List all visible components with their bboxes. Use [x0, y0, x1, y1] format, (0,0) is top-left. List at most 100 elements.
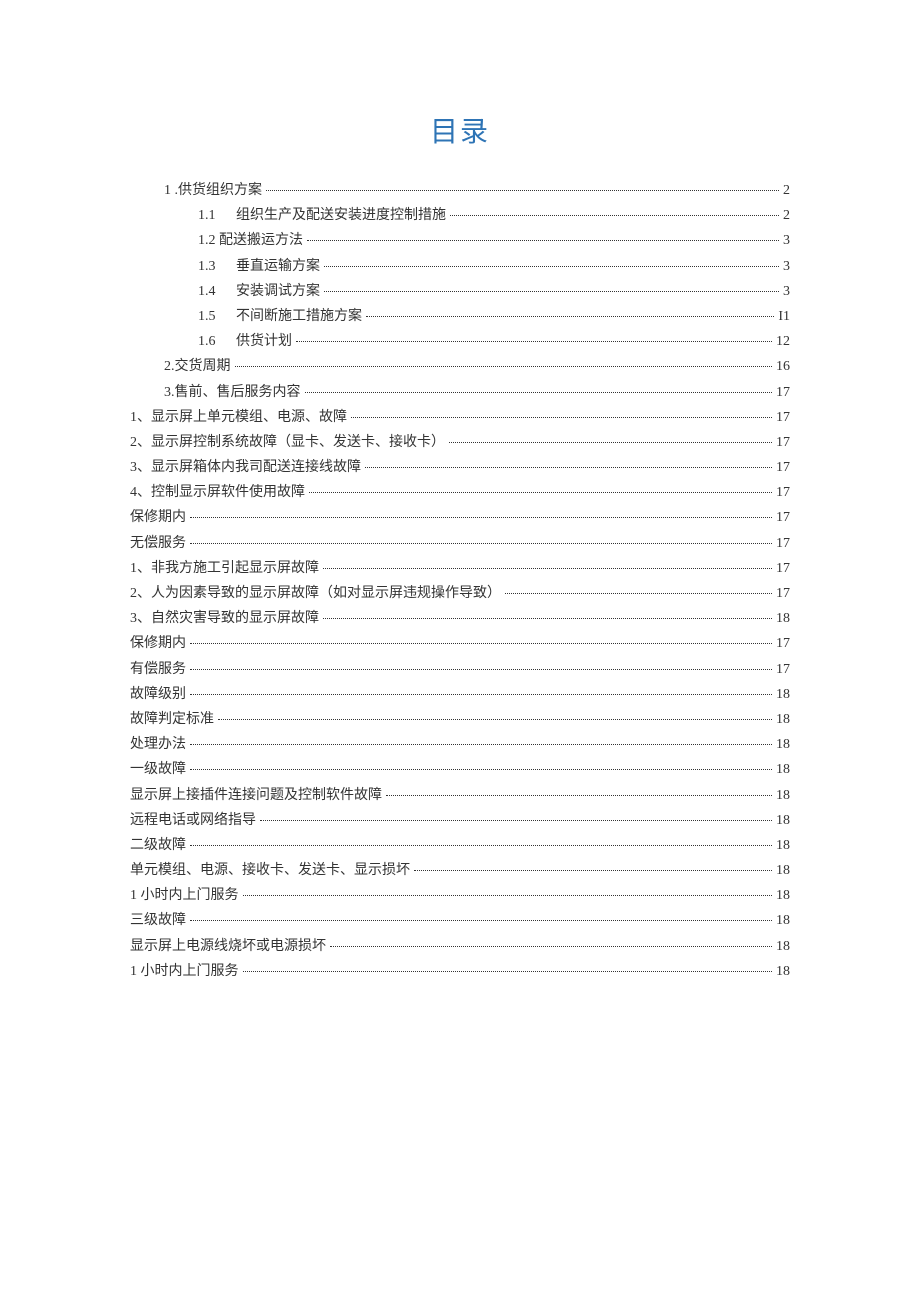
toc-entry: 1 小时内上门服务 18 — [130, 883, 790, 908]
toc-entry: 故障判定标准18 — [130, 707, 790, 732]
toc-leader — [330, 946, 772, 947]
toc-leader — [190, 845, 772, 846]
toc-entry: 1.1 组织生产及配送安装进度控制措施 2 — [130, 203, 790, 228]
toc-entry-page: 18 — [776, 783, 790, 808]
toc-entry-page: 18 — [776, 934, 790, 959]
toc-entry-text: 显示屏上电源线烧坏或电源损坏 — [130, 934, 326, 959]
toc-entry: 1 .供货组织方案 2 — [130, 178, 790, 203]
toc-leader — [296, 341, 772, 342]
toc-entry: 2.交货周期16 — [130, 354, 790, 379]
toc-entry-page: 2 — [783, 203, 790, 228]
toc-leader — [323, 568, 772, 569]
toc-entry-text: 3.售前、售后服务内容 — [164, 380, 301, 405]
toc-entry: 处理办法18 — [130, 732, 790, 757]
toc-entry-page: 12 — [776, 329, 790, 354]
toc-entry-page: 18 — [776, 858, 790, 883]
toc-entry-page: 16 — [776, 354, 790, 379]
toc-entry-page: 17 — [776, 480, 790, 505]
document-page: 目录 1 .供货组织方案21.1 组织生产及配送安装进度控制措施21.2 配送搬… — [0, 0, 920, 984]
toc-entry: 二级故障18 — [130, 833, 790, 858]
toc-entry-prefix: 1.6 — [198, 329, 236, 354]
toc-leader — [307, 240, 779, 241]
toc-leader — [190, 643, 772, 644]
toc-leader — [450, 215, 779, 216]
toc-entry-text: 4、控制显示屏软件使用故障 — [130, 480, 305, 505]
toc-entry-text: 1 小时内上门服务 — [130, 959, 239, 984]
toc-entry: 显示屏上电源线烧坏或电源损坏 18 — [130, 934, 790, 959]
toc-entry: 2、人为因素导致的显示屏故障（如对显示屏违规操作导致） 17 — [130, 581, 790, 606]
toc-entry-text: 3、显示屏箱体内我司配送连接线故障 — [130, 455, 361, 480]
toc-entry-text: 2、人为因素导致的显示屏故障（如对显示屏违规操作导致） — [130, 581, 501, 606]
toc-entry-text: 一级故障 — [130, 757, 186, 782]
toc-entry-page: 18 — [776, 808, 790, 833]
toc-leader — [323, 618, 772, 619]
toc-leader — [414, 870, 772, 871]
toc-entry: 3.售前、售后服务内容17 — [130, 380, 790, 405]
toc-entry: 1.3 垂直运输方案 3 — [130, 254, 790, 279]
toc-entry: 保修期内17 — [130, 505, 790, 530]
toc-entry-page: I1 — [778, 304, 790, 329]
toc-entry-page: 17 — [776, 455, 790, 480]
toc-entry-page: 3 — [783, 279, 790, 304]
toc-entry: 保修期内 17 — [130, 631, 790, 656]
toc-leader — [386, 795, 772, 796]
toc-entry-page: 18 — [776, 757, 790, 782]
toc-entry-prefix: 1.1 — [198, 203, 236, 228]
toc-leader — [324, 291, 779, 292]
toc-entry: 1、显示屏上单元模组、电源、故障17 — [130, 405, 790, 430]
toc-entry-text: 保修期内 — [130, 631, 186, 656]
toc-leader — [190, 517, 772, 518]
toc-entry-text: 组织生产及配送安装进度控制措施 — [236, 203, 446, 228]
toc-entry-text: 1 .供货组织方案 — [164, 178, 262, 203]
toc-leader — [305, 392, 773, 393]
toc-leader — [260, 820, 772, 821]
toc-entry-page: 17 — [776, 430, 790, 455]
toc-entry-page: 18 — [776, 959, 790, 984]
toc-entry-text: 保修期内 — [130, 505, 186, 530]
toc-entry-page: 3 — [783, 228, 790, 253]
toc-entry-prefix: 1.5 — [198, 304, 236, 329]
toc-leader — [190, 769, 772, 770]
toc-entry: 1、非我方施工引起显示屏故障17 — [130, 556, 790, 581]
toc-leader — [218, 719, 772, 720]
toc-entry-page: 18 — [776, 682, 790, 707]
toc-entry: 1.2 配送搬运方法 3 — [130, 228, 790, 253]
toc-entry-page: 18 — [776, 908, 790, 933]
toc-entry-text: 无偿服务 — [130, 531, 186, 556]
toc-entry: 三级故障18 — [130, 908, 790, 933]
toc-entry-text: 垂直运输方案 — [236, 254, 320, 279]
toc-leader — [449, 442, 772, 443]
toc-leader — [235, 366, 773, 367]
toc-entry-page: 17 — [776, 631, 790, 656]
toc-entry-page: 18 — [776, 883, 790, 908]
toc-entry-text: 2、显示屏控制系统故障（显卡、发送卡、接收卡） — [130, 430, 445, 455]
toc-entry-text: 供货计划 — [236, 329, 292, 354]
toc-entry-text: 1 小时内上门服务 — [130, 883, 239, 908]
toc-entry-page: 17 — [776, 581, 790, 606]
toc-entry: 有偿服务 17 — [130, 657, 790, 682]
toc-leader — [190, 543, 772, 544]
toc-entry-page: 18 — [776, 833, 790, 858]
toc-entry-page: 18 — [776, 732, 790, 757]
toc-entry: 显示屏上接插件连接问题及控制软件故障18 — [130, 783, 790, 808]
toc-entry-text: 有偿服务 — [130, 657, 186, 682]
toc-entry-page: 17 — [776, 657, 790, 682]
toc-entry: 1.4 安装调试方案3 — [130, 279, 790, 304]
toc-entry-prefix: 1.3 — [198, 254, 236, 279]
toc-entry: 无偿服务 17 — [130, 531, 790, 556]
toc-leader — [365, 467, 772, 468]
toc-entry-page: 3 — [783, 254, 790, 279]
toc-entry-page: 17 — [776, 556, 790, 581]
toc-entry-page: 17 — [776, 531, 790, 556]
toc-leader — [309, 492, 772, 493]
toc-entry-prefix: 1.4 — [198, 279, 236, 304]
toc-entry: 1 小时内上门服务 18 — [130, 959, 790, 984]
toc-entry-text: 远程电话或网络指导 — [130, 808, 256, 833]
toc-leader — [505, 593, 772, 594]
toc-entry-text: 1.2 配送搬运方法 — [198, 228, 303, 253]
toc-entry-page: 2 — [783, 178, 790, 203]
toc-entry-text: 3、自然灾害导致的显示屏故障 — [130, 606, 319, 631]
toc-leader — [266, 190, 779, 191]
toc-leader — [190, 669, 772, 670]
toc-leader — [190, 694, 772, 695]
